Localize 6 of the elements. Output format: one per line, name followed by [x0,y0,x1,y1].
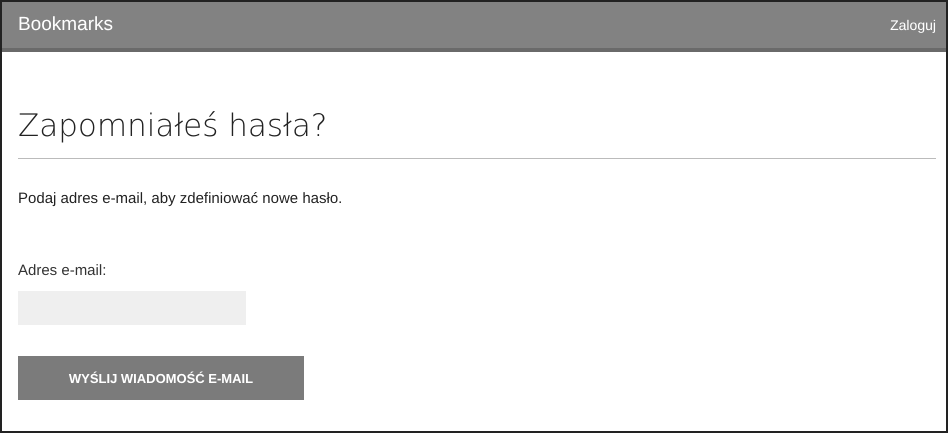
email-label: Adres e-mail: [18,262,108,279]
login-link[interactable]: Zaloguj [890,17,936,33]
brand-link[interactable]: Bookmarks [18,14,114,36]
page-heading: Zapomniałeś hasła? [18,107,328,146]
send-email-button[interactable]: WYŚLIJ WIADOMOŚĆ E-MAIL [18,356,304,400]
intro-text: Podaj adres e-mail, aby zdefiniować nowe hasło. [18,190,344,207]
